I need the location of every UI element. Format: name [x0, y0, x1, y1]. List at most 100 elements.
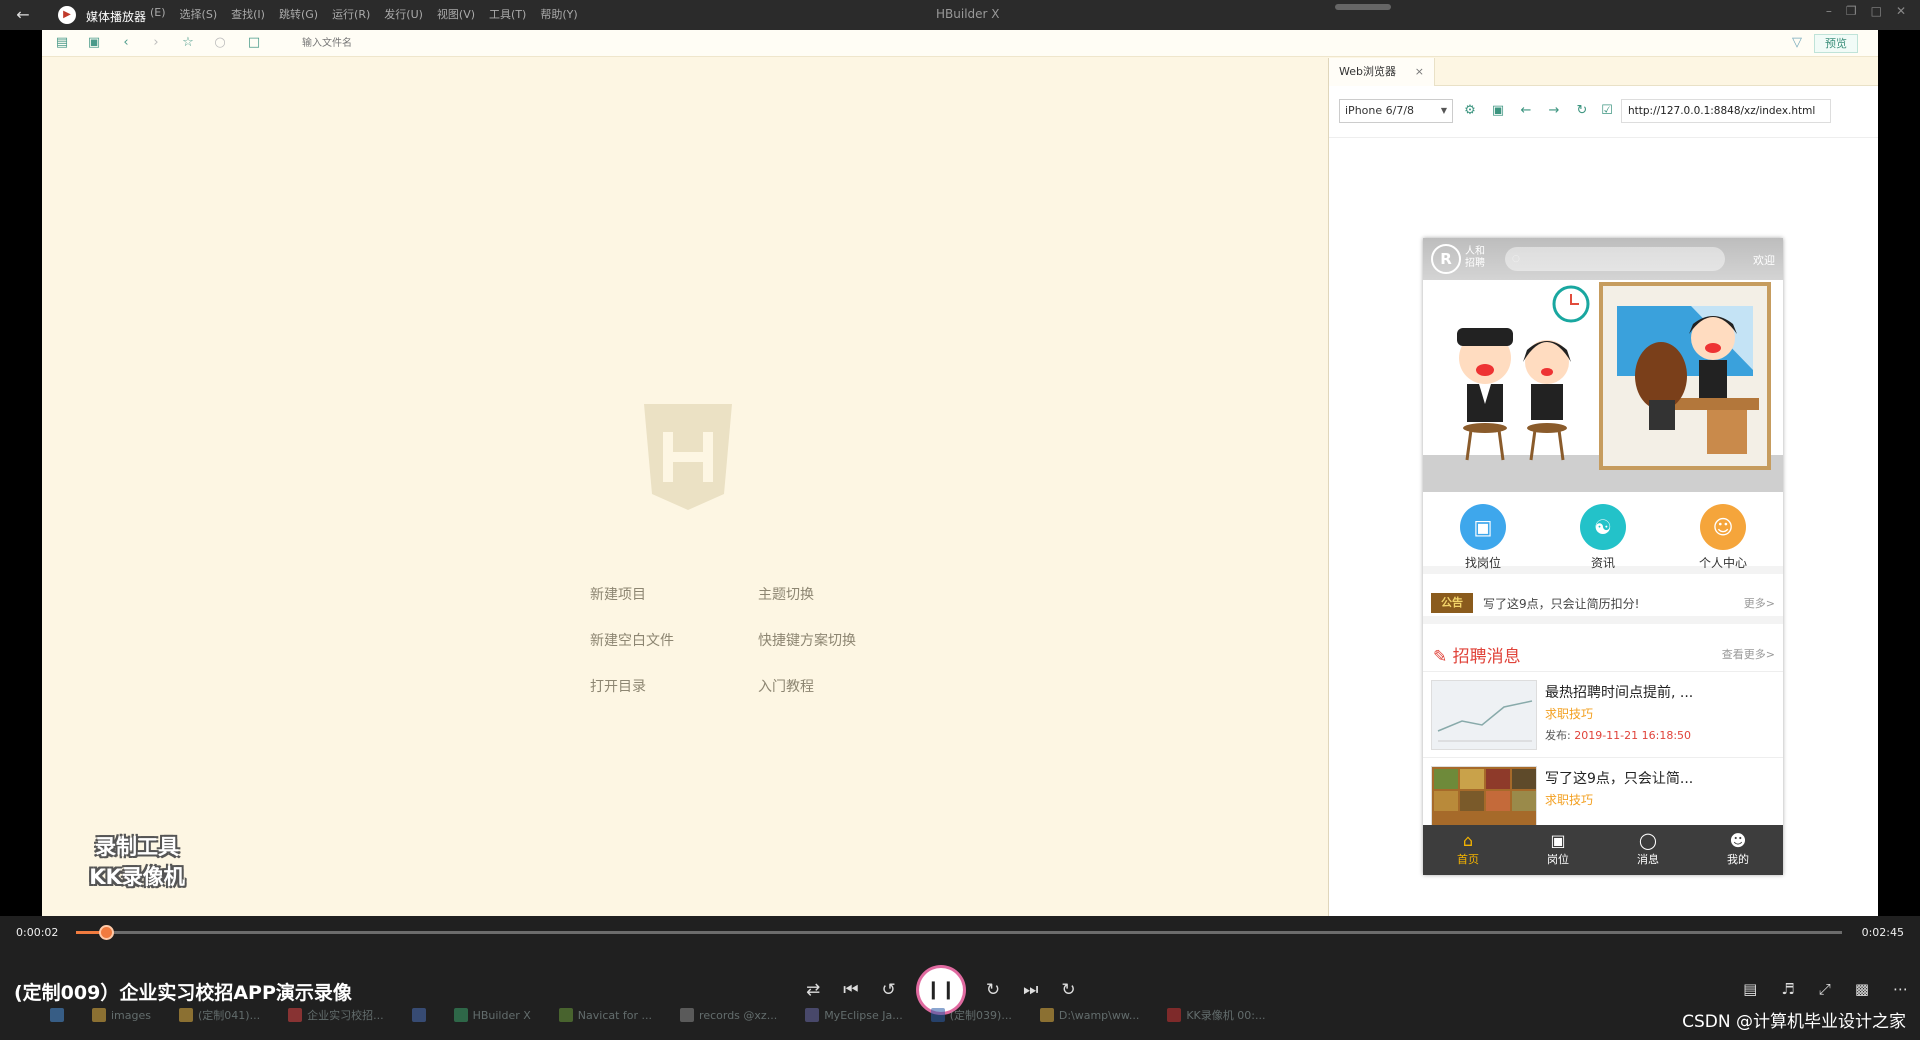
taskbar-item-label: 企业实习校招... [307, 1009, 384, 1022]
watermark-line-1: 录制工具 [95, 835, 179, 859]
folder-icon [1039, 1008, 1054, 1022]
start-icon[interactable] [40, 1008, 74, 1022]
shuffle-icon[interactable]: ⇄ [806, 980, 820, 1000]
back-icon[interactable]: ← [1517, 102, 1535, 120]
tutorial-link[interactable]: 入门教程 [758, 676, 918, 696]
preview-button[interactable]: 预览 [1814, 34, 1858, 53]
menu-item-find[interactable]: 查找(I) [231, 6, 265, 22]
subtitles-icon[interactable]: ▤ [1743, 980, 1757, 998]
recorder-watermark: 录制工具 KK录像机 [72, 832, 202, 892]
shortcut-scheme-link[interactable]: 快捷键方案切换 [758, 630, 918, 650]
bookmark-star-icon[interactable]: ☆ [178, 34, 198, 52]
taskbar-item[interactable]: (定制039)... [921, 1007, 1022, 1023]
new-blank-file-link[interactable]: 新建空白文件 [590, 630, 758, 650]
screenshot-icon[interactable]: ▣ [1489, 102, 1507, 120]
job-list-item[interactable]: 最热招聘时间点提前, ... 求职技巧 发布: 2019-11-21 16:18… [1423, 672, 1783, 758]
browser-tab-strip: Web浏览器 × [1329, 58, 1878, 86]
fullscreen-icon[interactable]: ⤢ [1819, 980, 1831, 998]
taskbar-item[interactable]: (定制041)... [169, 1007, 270, 1023]
taskbar-item[interactable]: D:\wamp\ww... [1030, 1008, 1150, 1022]
menu-item-tools[interactable]: 工具(T) [489, 6, 526, 22]
file-name-input[interactable]: 输入文件名 [296, 34, 1796, 53]
lock-icon[interactable]: ☑ [1598, 102, 1616, 120]
taskbar-item[interactable] [402, 1008, 436, 1022]
folder-icon [92, 1008, 106, 1022]
news-button[interactable]: ☯ 资讯 [1553, 492, 1653, 570]
profile-center-button[interactable]: ☺ 个人中心 [1673, 492, 1773, 570]
section-more-link[interactable]: 查看更多> [1722, 646, 1775, 662]
volume-icon[interactable]: ♬ [1781, 980, 1794, 998]
taskbar-item[interactable]: HBuilder X [444, 1008, 541, 1022]
menu-item-publish[interactable]: 发行(U) [384, 6, 423, 22]
editor-toolbar: ▤ ▣ ‹ › ☆ ○ □ 输入文件名 ▽ 预览 [42, 30, 1878, 57]
nav-forward-icon[interactable]: › [146, 34, 166, 52]
menu-item-help[interactable]: 帮助(Y) [540, 6, 577, 22]
logo-subtext: 招聘 [1465, 258, 1485, 269]
theme-switch-link[interactable]: 主题切换 [758, 584, 918, 604]
close-icon[interactable]: ✕ [1896, 4, 1906, 18]
taskbar-item[interactable]: images [82, 1008, 161, 1022]
hbuilder-icon [453, 1008, 468, 1022]
menu-item-select[interactable]: 选择(S) [180, 6, 218, 22]
restore-icon[interactable]: ❐ [1846, 4, 1857, 18]
announcement-more-link[interactable]: 更多> [1744, 595, 1775, 611]
menu-item-view[interactable]: 视图(V) [437, 6, 475, 22]
save-icon[interactable]: ▣ [84, 34, 104, 52]
welcome-link[interactable]: 欢迎 [1753, 252, 1775, 268]
previous-track-icon[interactable]: ⏮ [843, 980, 858, 1000]
mini-player-icon[interactable]: ▩ [1855, 980, 1869, 998]
nav-back-icon[interactable]: ‹ [116, 34, 136, 52]
user-icon: ☻ [1729, 831, 1747, 850]
tab-messages[interactable]: ◯ 消息 [1603, 825, 1693, 875]
seek-handle[interactable] [99, 925, 114, 940]
new-file-icon[interactable]: ▤ [52, 34, 72, 52]
section-title: ✎ 招聘消息 [1433, 642, 1521, 667]
recruitment-section-header: ✎ 招聘消息 查看更多> [1423, 632, 1783, 672]
back-arrow-icon[interactable]: ← [10, 5, 36, 25]
run-icon[interactable]: ○ [210, 34, 230, 52]
briefcase-icon: ▣ [1550, 831, 1566, 850]
url-input[interactable]: http://127.0.0.1:8848/xz/index.html [1621, 99, 1831, 123]
close-tab-icon[interactable]: × [1415, 58, 1424, 86]
more-options-icon[interactable]: ⋯ [1893, 980, 1908, 998]
taskbar-item[interactable]: records @xz... [670, 1008, 787, 1022]
interview-illustration-icon [1423, 282, 1783, 492]
device-select[interactable]: iPhone 6/7/8 ▼ [1339, 99, 1453, 123]
thumbs-up-icon: ✎ [1433, 647, 1448, 667]
taskbar-item[interactable]: 企业实习校招... [278, 1007, 394, 1023]
maximize-icon[interactable]: □ [1871, 4, 1882, 18]
search-input[interactable]: ○ [1505, 247, 1725, 271]
announcement-tag: 公告 [1431, 593, 1473, 613]
tab-jobs[interactable]: ▣ 岗位 [1513, 825, 1603, 875]
seek-bar[interactable] [76, 925, 1842, 940]
web-browser-tab[interactable]: Web浏览器 × [1329, 58, 1435, 86]
new-project-link[interactable]: 新建项目 [590, 584, 758, 604]
taskbar-item-label: records @xz... [699, 1008, 778, 1022]
menu-item-edit[interactable]: (E) [150, 6, 166, 22]
drag-handle[interactable] [1335, 4, 1391, 10]
taskbar-item[interactable]: KK录像机 00:... [1157, 1007, 1275, 1023]
forward-icon[interactable]: → [1545, 102, 1563, 120]
briefcase-icon: ▣ [1460, 504, 1506, 550]
next-track-icon[interactable]: ⏭ [1023, 980, 1038, 1000]
announcement-bar[interactable]: 公告 写了这9点，只会让简历扣分! 更多> [1423, 582, 1783, 624]
forward-30-icon[interactable]: ↻ [986, 980, 1000, 1000]
file-search-icon[interactable]: □ [244, 34, 264, 52]
job-date-label: 发布: [1545, 729, 1571, 742]
tab-me[interactable]: ☻ 我的 [1693, 825, 1783, 875]
menu-item-goto[interactable]: 跳转(G) [279, 6, 318, 22]
minimize-icon[interactable]: – [1826, 4, 1832, 18]
settings-gear-icon[interactable]: ⚙ [1461, 102, 1479, 120]
tab-home[interactable]: ⌂ 首页 [1423, 825, 1513, 875]
message-icon: ◯ [1639, 831, 1657, 850]
taskbar-item[interactable]: MyEclipse Ja... [795, 1008, 913, 1022]
filter-icon[interactable]: ▽ [1787, 34, 1807, 52]
open-directory-link[interactable]: 打开目录 [590, 676, 758, 696]
menu-item-run[interactable]: 运行(R) [332, 6, 370, 22]
tab-home-label: 首页 [1457, 853, 1479, 866]
find-job-button[interactable]: ▣ 找岗位 [1433, 492, 1533, 570]
repeat-off-icon[interactable]: ↻ [1061, 980, 1075, 1000]
refresh-icon[interactable]: ↻ [1573, 102, 1591, 120]
rewind-10-icon[interactable]: ↺ [882, 980, 896, 1000]
taskbar-item[interactable]: Navicat for ... [549, 1008, 662, 1022]
